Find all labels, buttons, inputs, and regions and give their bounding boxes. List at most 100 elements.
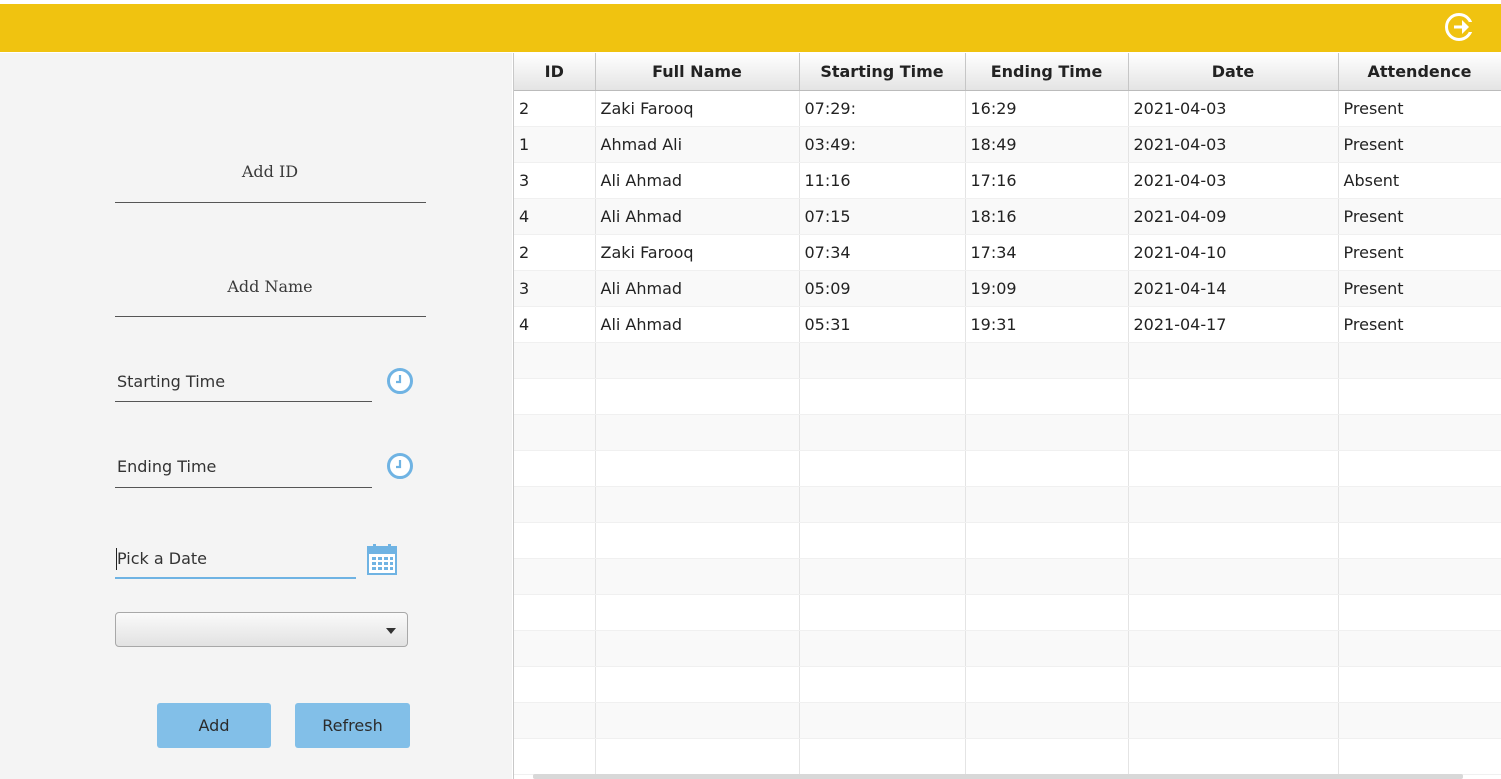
empty-table-row[interactable] [514, 342, 1501, 379]
table-cell: 18:49 [965, 126, 1129, 163]
table-cell [595, 486, 800, 523]
table-cell: Zaki Farooq [595, 90, 800, 127]
table-cell [965, 450, 1129, 487]
table-cell [1128, 486, 1339, 523]
table-cell [1338, 738, 1501, 775]
table-cell [799, 738, 966, 775]
column-header-full-name[interactable]: Full Name [595, 53, 800, 91]
table-cell [1128, 594, 1339, 631]
table-cell: 17:34 [965, 234, 1129, 271]
table-cell [1128, 702, 1339, 739]
table-cell [1128, 558, 1339, 595]
table-cell: 05:31 [799, 306, 966, 343]
table-cell [595, 702, 800, 739]
table-cell: 4 [514, 198, 596, 235]
table-cell: 07:15 [799, 198, 966, 235]
table-cell: Present [1338, 198, 1501, 235]
empty-table-row[interactable] [514, 738, 1501, 775]
table-cell [1338, 666, 1501, 703]
empty-table-row[interactable] [514, 450, 1501, 487]
table-row[interactable]: 1 Ahmad Ali 03:49: 18:49 2021-04-03 Present [514, 126, 1501, 163]
table-cell: 03:49: [799, 126, 966, 163]
table-cell [514, 666, 596, 703]
table-cell [1338, 450, 1501, 487]
table-cell: 2021-04-09 [1128, 198, 1339, 235]
table-row[interactable]: 3 Ali Ahmad 11:16 17:16 2021-04-03 Absent [514, 162, 1501, 199]
empty-table-row[interactable] [514, 594, 1501, 631]
attendance-select[interactable] [115, 612, 408, 647]
empty-table-row[interactable] [514, 414, 1501, 451]
ending-time-underline [115, 487, 372, 488]
column-header-attendence[interactable]: Attendence [1338, 53, 1501, 91]
empty-table-row[interactable] [514, 558, 1501, 595]
table-row[interactable]: 3 Ali Ahmad 05:09 19:09 2021-04-14 Present [514, 270, 1501, 307]
add-name-input[interactable]: Add Name [115, 277, 425, 296]
table-cell: Ali Ahmad [595, 198, 800, 235]
attendance-table[interactable]: ID Full Name Starting Time Ending Time D… [513, 53, 1501, 779]
clock-icon[interactable] [386, 367, 414, 395]
table-cell: 2021-04-14 [1128, 270, 1339, 307]
table-cell [1338, 522, 1501, 559]
calendar-icon[interactable] [367, 543, 397, 575]
column-header-date[interactable]: Date [1128, 53, 1339, 91]
table-cell [1128, 738, 1339, 775]
table-cell [514, 342, 596, 379]
table-cell [799, 666, 966, 703]
empty-table-row[interactable] [514, 666, 1501, 703]
table-cell [514, 558, 596, 595]
table-cell [1338, 342, 1501, 379]
empty-table-row[interactable] [514, 630, 1501, 667]
table-row[interactable]: 4 Ali Ahmad 05:31 19:31 2021-04-17 Present [514, 306, 1501, 343]
clock-icon[interactable] [386, 452, 414, 480]
table-cell [514, 702, 596, 739]
add-button[interactable]: Add [157, 703, 271, 748]
empty-table-row[interactable] [514, 702, 1501, 739]
table-row[interactable]: 4 Ali Ahmad 07:15 18:16 2021-04-09 Present [514, 198, 1501, 235]
table-cell [1338, 630, 1501, 667]
table-row[interactable]: 2 Zaki Farooq 07:29: 16:29 2021-04-03 Present [514, 90, 1501, 127]
date-picker-input[interactable]: Pick a Date [117, 549, 207, 568]
table-cell [514, 738, 596, 775]
table-cell [1338, 702, 1501, 739]
table-cell [595, 630, 800, 667]
table-cell [799, 450, 966, 487]
empty-table-row[interactable] [514, 486, 1501, 523]
table-cell [595, 522, 800, 559]
table-header-row: ID Full Name Starting Time Ending Time D… [514, 53, 1501, 91]
table-cell [1128, 414, 1339, 451]
table-cell [965, 594, 1129, 631]
table-cell [1338, 378, 1501, 415]
table-cell [965, 738, 1129, 775]
table-row[interactable]: 2 Zaki Farooq 07:34 17:34 2021-04-10 Present [514, 234, 1501, 271]
refresh-button[interactable]: Refresh [295, 703, 410, 748]
table-cell [595, 450, 800, 487]
table-cell: 2 [514, 234, 596, 271]
column-header-ending-time[interactable]: Ending Time [965, 53, 1129, 91]
starting-time-input[interactable]: Starting Time [117, 372, 225, 391]
table-cell: 2021-04-03 [1128, 162, 1339, 199]
column-header-starting-time[interactable]: Starting Time [799, 53, 966, 91]
table-cell [514, 378, 596, 415]
table-cell: 4 [514, 306, 596, 343]
empty-table-row[interactable] [514, 522, 1501, 559]
add-name-underline [115, 316, 426, 317]
empty-table-row[interactable] [514, 378, 1501, 415]
ending-time-input[interactable]: Ending Time [117, 457, 216, 476]
add-id-underline [115, 202, 426, 203]
table-cell: 19:09 [965, 270, 1129, 307]
add-id-input[interactable]: Add ID [115, 162, 425, 181]
column-header-id[interactable]: ID [514, 53, 596, 91]
table-cell: 05:09 [799, 270, 966, 307]
table-cell [595, 342, 800, 379]
chevron-down-icon [386, 628, 396, 634]
table-cell [965, 486, 1129, 523]
table-cell: 2021-04-17 [1128, 306, 1339, 343]
table-cell: 11:16 [799, 162, 966, 199]
table-cell [965, 702, 1129, 739]
starting-time-underline [115, 401, 372, 402]
horizontal-scrollbar[interactable] [533, 774, 1463, 779]
table-cell [1128, 378, 1339, 415]
table-cell [965, 414, 1129, 451]
logout-icon[interactable] [1444, 12, 1474, 42]
table-cell [1338, 558, 1501, 595]
